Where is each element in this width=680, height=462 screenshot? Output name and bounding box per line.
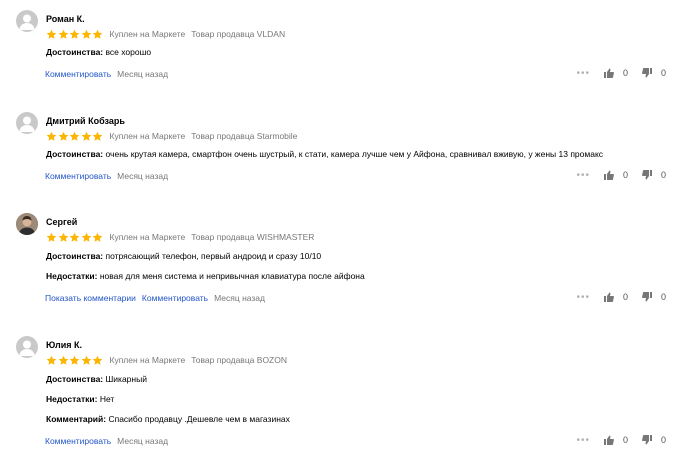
review-actions: ••• 0 0 <box>576 292 666 302</box>
star-icon <box>46 29 57 39</box>
likes-count: 0 <box>622 435 628 445</box>
rating-stars <box>46 29 104 40</box>
review-comment: Комментарий: Спасибо продавцу .Дешевле ч… <box>46 414 290 424</box>
star-icon <box>46 232 57 242</box>
star-icon <box>92 131 103 141</box>
star-icon <box>58 355 68 365</box>
review-cons: Недостатки: новая для меня система и неп… <box>46 271 365 281</box>
star-icon <box>58 232 68 242</box>
bought-label: Куплен на Маркете <box>109 232 186 242</box>
star-icon <box>69 131 80 141</box>
star-icon <box>92 355 103 365</box>
dislikes-count: 0 <box>660 435 666 445</box>
review-date: Месяц назад <box>117 69 169 79</box>
comment-link[interactable]: Комментировать <box>45 436 111 446</box>
star-icon <box>69 29 80 39</box>
review-footer: Показать комментарии Комментировать Меся… <box>45 293 265 303</box>
avatar[interactable] <box>16 112 38 134</box>
seller-label: Товар продавца BOZON <box>191 355 287 365</box>
review-card: Дмитрий Кобзарь Куплен на Маркете Товар … <box>0 112 680 192</box>
more-icon[interactable]: ••• <box>576 435 590 445</box>
more-icon[interactable]: ••• <box>576 292 590 302</box>
review-footer: Комментировать Месяц назад <box>45 171 168 181</box>
star-icon <box>69 355 80 365</box>
rating-stars <box>46 355 104 366</box>
review-cons: Недостатки: Нет <box>46 394 115 404</box>
review-card: Сергей Куплен на Маркете Товар продавца … <box>0 213 680 313</box>
review-meta: Куплен на Маркете Товар продавца BOZON <box>46 354 287 366</box>
thumb-down-icon[interactable] <box>642 170 652 180</box>
star-icon <box>81 131 91 141</box>
dislikes-count: 0 <box>660 68 666 78</box>
review-meta: Куплен на Маркете Товар продавца VLDAN <box>46 28 285 40</box>
thumb-down-icon[interactable] <box>642 435 652 445</box>
dislikes-count: 0 <box>660 292 666 302</box>
thumb-up-icon[interactable] <box>603 68 614 78</box>
comment-link[interactable]: Комментировать <box>45 171 111 181</box>
dislikes-count: 0 <box>660 170 666 180</box>
review-author[interactable]: Юлия К. <box>46 340 82 350</box>
review-pros: Достоинства: все хорошо <box>46 47 152 57</box>
review-author[interactable]: Роман К. <box>46 14 85 24</box>
star-icon <box>46 355 57 365</box>
review-meta: Куплен на Маркете Товар продавца Starmob… <box>46 130 297 142</box>
thumb-down-icon[interactable] <box>642 68 652 78</box>
rating-stars <box>46 131 104 142</box>
review-author[interactable]: Дмитрий Кобзарь <box>46 116 125 126</box>
review-card: Роман К. Куплен на Маркете Товар продавц… <box>0 10 680 90</box>
star-icon <box>81 232 91 242</box>
avatar[interactable] <box>16 213 38 235</box>
review-actions: ••• 0 0 <box>576 170 666 180</box>
star-icon <box>92 232 103 242</box>
star-icon <box>69 232 80 242</box>
review-author[interactable]: Сергей <box>46 217 77 227</box>
star-icon <box>58 131 68 141</box>
more-icon[interactable]: ••• <box>576 170 590 180</box>
rating-stars <box>46 232 104 243</box>
review-date: Месяц назад <box>214 293 265 303</box>
review-card: Юлия К. Куплен на Маркете Товар продавца… <box>0 336 680 456</box>
avatar[interactable] <box>16 336 38 358</box>
review-pros: Достоинства: очень крутая камера, смартф… <box>46 149 604 159</box>
likes-count: 0 <box>622 170 628 180</box>
thumb-up-icon[interactable] <box>603 170 614 180</box>
star-icon <box>46 131 57 141</box>
review-footer: Комментировать Месяц назад <box>45 436 168 446</box>
review-footer: Комментировать Месяц назад <box>45 69 168 79</box>
show-comments-link[interactable]: Показать комментарии <box>45 293 136 303</box>
bought-label: Куплен на Маркете <box>109 131 186 141</box>
bought-label: Куплен на Маркете <box>109 355 186 365</box>
likes-count: 0 <box>622 68 628 78</box>
review-meta: Куплен на Маркете Товар продавца WISHMAS… <box>46 231 314 243</box>
review-pros: Достоинства: Шикарный <box>46 374 147 384</box>
comment-link[interactable]: Комментировать <box>45 69 111 79</box>
review-pros: Достоинства: потрясающий телефон, первый… <box>46 251 322 261</box>
likes-count: 0 <box>622 292 628 302</box>
comment-link[interactable]: Комментировать <box>142 293 208 303</box>
review-actions: ••• 0 0 <box>576 435 666 445</box>
star-icon <box>58 29 68 39</box>
seller-label: Товар продавца WISHMASTER <box>191 232 315 242</box>
star-icon <box>92 29 103 39</box>
thumb-down-icon[interactable] <box>642 292 652 302</box>
more-icon[interactable]: ••• <box>576 68 590 78</box>
star-icon <box>81 29 91 39</box>
avatar[interactable] <box>16 10 38 32</box>
review-actions: ••• 0 0 <box>576 68 666 78</box>
seller-label: Товар продавца VLDAN <box>191 29 286 39</box>
star-icon <box>81 355 91 365</box>
review-date: Месяц назад <box>117 436 169 446</box>
seller-label: Товар продавца Starmobile <box>191 131 298 141</box>
thumb-up-icon[interactable] <box>603 435 614 445</box>
thumb-up-icon[interactable] <box>603 292 614 302</box>
review-date: Месяц назад <box>117 171 169 181</box>
bought-label: Куплен на Маркете <box>109 29 186 39</box>
